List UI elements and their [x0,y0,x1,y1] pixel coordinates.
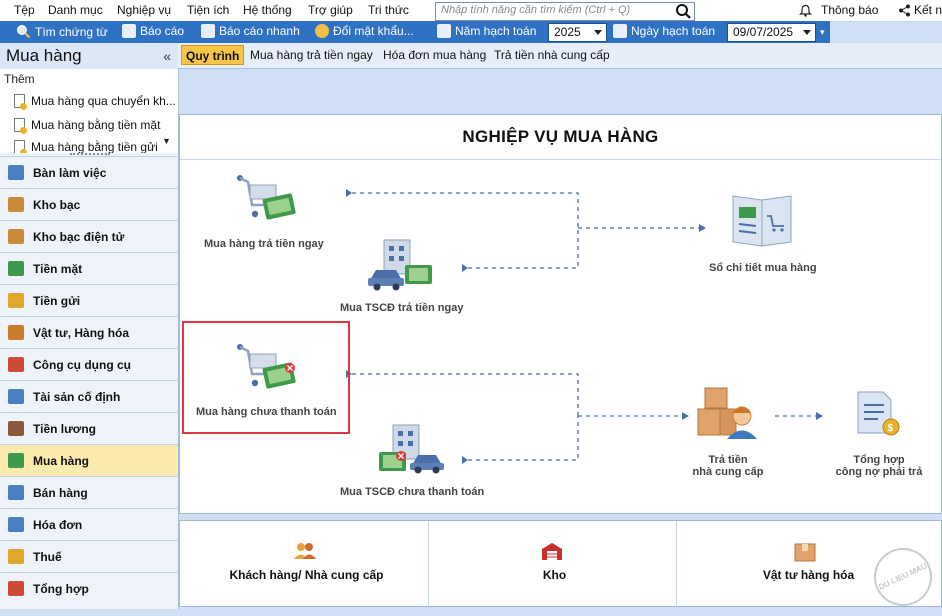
node-asset-unpaid[interactable]: Mua TSCĐ chưa thanh toán [340,486,484,498]
payables-summary-icon: $ [857,391,900,436]
node-pay-supplier-line2: nhà cung cấp [692,466,764,478]
arrowhead [462,264,468,272]
node-pay-supplier-line1: Trả tiền [708,454,748,466]
shortcut-label: Kho [542,568,567,582]
warehouse-icon [542,543,562,560]
arrowhead [462,456,468,464]
arrowhead [699,224,706,232]
people-icon [294,543,316,559]
cart-money-icon [237,175,296,220]
node-buy-pay-now[interactable]: Mua hàng trả tiền ngay [204,238,324,250]
building-car-icon [368,239,432,291]
asset-unpaid-icon [379,424,444,474]
node-purchase-ledger[interactable]: Sổ chi tiết mua hàng [709,262,817,274]
shortcut-customer-supplier[interactable]: Khách hàng/ Nhà cung cấp [180,521,433,606]
node-payables-summary-line1: Tổng hợp [853,454,905,466]
shortcut-label: Khách hàng/ Nhà cung cấp [229,568,384,582]
arrowhead [682,412,689,420]
node-payables-summary-line2: công nợ phải trả [835,466,923,478]
connector-buy-pay-now [352,192,579,228]
connector-asset-unpaid [468,416,579,461]
ledger-book-icon [732,195,792,247]
box-icon [794,543,816,562]
arrowhead [816,412,823,420]
svg-text:$: $ [888,423,894,434]
shortcut-warehouse[interactable]: Kho [428,521,681,606]
node-asset-pay-now[interactable]: Mua TSCĐ trả tiền ngay [340,302,463,314]
shortcut-panel: Khách hàng/ Nhà cung cấp Kho Vật tư hàng… [179,520,942,607]
process-flow-connectors: $ [237,175,900,474]
node-payables-summary[interactable]: Tổng hợp công nợ phải trả [832,454,926,478]
connector-asset-pay-now [468,228,579,269]
connector-buy-unpaid [352,373,579,416]
supplier-payment-icon [697,387,757,439]
arrowhead [346,189,352,197]
node-buy-unpaid[interactable]: Mua hàng chưa thanh toán [196,406,337,418]
node-pay-supplier[interactable]: Trả tiền nhà cung cấp [690,454,766,478]
